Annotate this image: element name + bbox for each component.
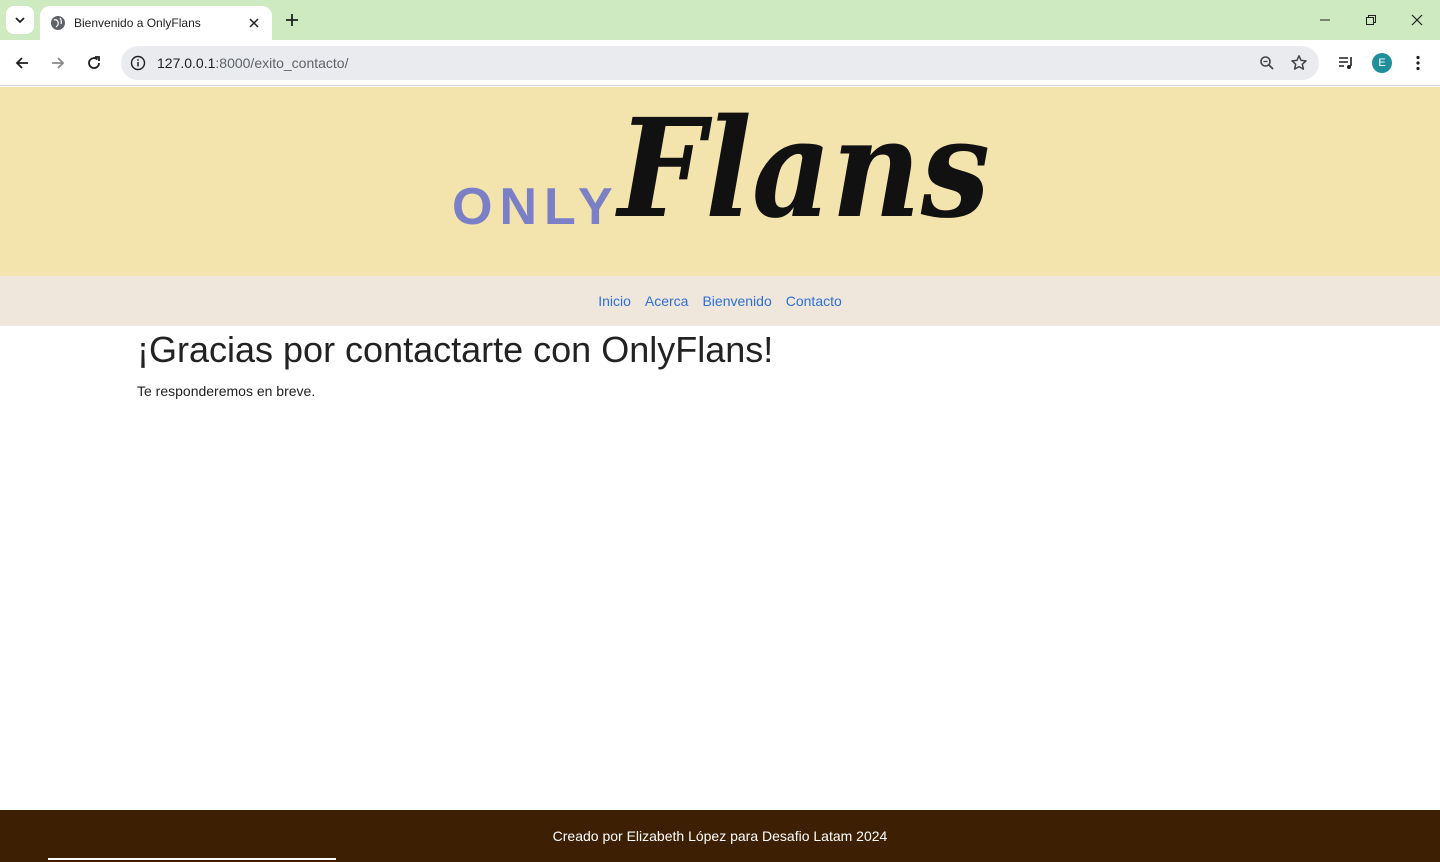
new-tab-button[interactable] xyxy=(280,8,304,32)
media-controls-icon xyxy=(1339,57,1352,69)
url-host: 127.0.0.1 xyxy=(157,55,216,71)
onlyflans-logo[interactable]: ONLY Flans xyxy=(450,91,995,271)
browser-menu-button[interactable] xyxy=(1404,49,1432,77)
back-button[interactable] xyxy=(8,49,36,77)
menu-dots-icon xyxy=(1416,55,1420,71)
zoom-icon[interactable] xyxy=(1255,51,1279,75)
url-text[interactable]: 127.0.0.1:8000/exito_contacto/ xyxy=(157,55,1255,71)
logo-only-text: ONLY xyxy=(452,178,620,236)
page-title: ¡Gracias por contactarte con OnlyFlans! xyxy=(137,329,774,370)
tab-title: Bienvenido a OnlyFlans xyxy=(74,16,201,30)
profile-avatar[interactable]: E xyxy=(1372,53,1392,73)
minimize-icon xyxy=(1320,19,1330,21)
footer-credit: Creado por Elizabeth López para Desafio … xyxy=(552,828,888,844)
nav-link-acerca[interactable]: Acerca xyxy=(645,293,689,309)
restore-button[interactable] xyxy=(1348,0,1394,40)
nav-link-inicio[interactable]: Inicio xyxy=(598,293,631,309)
close-icon[interactable] xyxy=(246,15,262,31)
site-footer: Creado por Elizabeth López para Desafio … xyxy=(0,810,1440,862)
minimize-button[interactable] xyxy=(1302,0,1348,40)
nav-link-contacto[interactable]: Contacto xyxy=(786,293,842,309)
close-icon xyxy=(1411,14,1423,26)
reload-icon xyxy=(88,56,100,69)
bookmark-star-icon[interactable] xyxy=(1287,51,1311,75)
nav-link-bienvenido[interactable]: Bienvenido xyxy=(702,293,771,309)
plus-icon xyxy=(286,14,298,26)
tab-strip: Bienvenido a OnlyFlans xyxy=(0,0,1440,40)
main-nav: Inicio Acerca Bienvenido Contacto xyxy=(0,276,1440,326)
globe-icon xyxy=(50,15,66,31)
back-arrow-icon xyxy=(15,57,28,69)
site-header: ONLY Flans xyxy=(0,87,1440,276)
restore-icon xyxy=(1366,15,1376,25)
address-bar[interactable]: 127.0.0.1:8000/exito_contacto/ xyxy=(121,46,1319,80)
horizontal-scrollbar[interactable] xyxy=(48,858,336,860)
site-info-icon[interactable] xyxy=(127,52,149,74)
active-tab[interactable]: Bienvenido a OnlyFlans xyxy=(40,6,272,40)
forward-arrow-icon xyxy=(52,57,65,69)
chevron-down-icon xyxy=(15,17,25,24)
main-content: ¡Gracias por contactarte con OnlyFlans! … xyxy=(137,326,773,399)
confirmation-message: Te responderemos en breve. xyxy=(137,383,316,399)
forward-button[interactable] xyxy=(44,49,72,77)
url-path: :8000/exito_contacto/ xyxy=(215,55,349,71)
close-window-button[interactable] xyxy=(1394,0,1440,40)
logo-flans-text: Flans xyxy=(614,91,990,249)
browser-toolbar: 127.0.0.1:8000/exito_contacto/ E xyxy=(0,40,1440,86)
tab-search-button[interactable] xyxy=(6,6,34,34)
media-controls-button[interactable] xyxy=(1332,49,1360,77)
reload-button[interactable] xyxy=(80,49,108,77)
